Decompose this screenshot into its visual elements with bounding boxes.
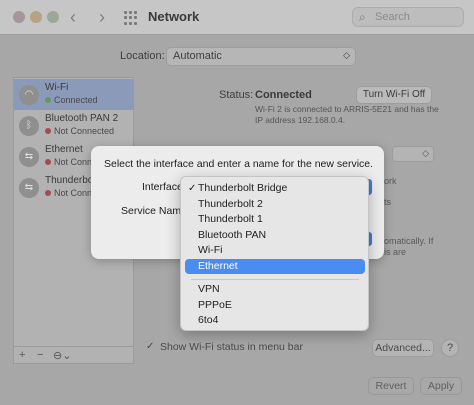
obscured-text: is are: [384, 247, 407, 257]
service-name-label: Service Name: [121, 205, 187, 217]
forward-arrow-icon[interactable]: ›: [99, 7, 105, 28]
show-all-grid-icon[interactable]: [124, 11, 138, 25]
obscured-text: ts: [384, 197, 392, 207]
network-preferences-window: ‹ › Network ⌕ Search Location: Automatic…: [0, 0, 474, 405]
title-bar: ‹ › Network ⌕ Search: [0, 0, 474, 35]
turn-wifi-off-button[interactable]: Turn Wi-Fi Off: [356, 86, 432, 104]
help-button[interactable]: ?: [441, 339, 459, 357]
menu-item-bluetooth-pan[interactable]: Bluetooth PAN: [185, 228, 365, 243]
network-name-popup[interactable]: ◇: [392, 146, 434, 162]
location-label: Location:: [120, 50, 165, 62]
show-wifi-checkbox[interactable]: ✓: [146, 341, 156, 352]
wifi-icon: ◠: [19, 85, 39, 105]
chevron-updown-icon: ◇: [422, 148, 429, 158]
status-description: Wi-Fi 2 is connected to ARRIS-5E21 and h…: [255, 104, 439, 125]
thunderbolt-icon: ⇆: [19, 178, 39, 198]
chevron-updown-icon: ◇: [343, 50, 350, 60]
advanced-button[interactable]: Advanced...: [372, 339, 434, 357]
menu-item-pppoe[interactable]: PPPoE: [185, 298, 365, 313]
back-arrow-icon[interactable]: ‹: [70, 7, 76, 28]
close-window-button[interactable]: [13, 11, 25, 23]
service-status: Connected: [45, 95, 98, 105]
bluetooth-icon: ᛒ: [19, 116, 39, 136]
remove-service-button[interactable]: −: [37, 349, 43, 361]
search-placeholder: Search: [375, 11, 410, 23]
zoom-window-button[interactable]: [47, 11, 59, 23]
ethernet-icon: ⇆: [19, 147, 39, 167]
status-value: Connected: [255, 89, 312, 101]
menu-item-6to4[interactable]: 6to4: [185, 313, 365, 328]
sheet-prompt: Select the interface and enter a name fo…: [104, 158, 374, 170]
service-status: Not Conn: [45, 188, 92, 198]
interface-dropdown-menu: ✓ Thunderbolt Bridge Thunderbolt 2 Thund…: [180, 176, 369, 331]
service-list-controls: + − ⊖⌄: [13, 346, 134, 365]
service-name: Ethernet: [45, 144, 83, 155]
service-name: Wi-Fi: [45, 82, 69, 93]
location-value: Automatic: [173, 50, 222, 62]
revert-button[interactable]: Revert: [368, 377, 414, 395]
location-popup[interactable]: Automatic ◇: [166, 47, 356, 66]
menu-item-vpn[interactable]: VPN: [185, 282, 365, 297]
obscured-text: ork: [384, 176, 397, 186]
service-name: Bluetooth PAN 2: [45, 113, 119, 124]
search-icon: ⌕: [359, 10, 366, 24]
search-field[interactable]: ⌕ Search: [352, 7, 464, 27]
minimize-window-button[interactable]: [30, 11, 42, 23]
window-title: Network: [148, 9, 200, 24]
menu-item-thunderbolt-2[interactable]: Thunderbolt 2: [185, 197, 365, 212]
menu-separator: [191, 279, 359, 280]
service-item-wifi[interactable]: ◠ Wi-Fi Connected: [14, 79, 133, 110]
status-label: Status:: [219, 89, 254, 101]
interface-label: Interface: [142, 181, 183, 193]
show-wifi-status-label: Show Wi-Fi status in menu bar: [160, 341, 303, 353]
menu-item-wifi[interactable]: Wi-Fi: [185, 243, 365, 258]
service-action-menu-button[interactable]: ⊖⌄: [53, 349, 71, 362]
service-status: Not Connected: [45, 126, 114, 136]
menu-item-thunderbolt-bridge[interactable]: ✓ Thunderbolt Bridge: [185, 181, 365, 196]
obscured-text: omatically. If: [384, 236, 434, 246]
menu-item-ethernet[interactable]: Ethernet: [185, 259, 365, 274]
menu-item-thunderbolt-1[interactable]: Thunderbolt 1: [185, 212, 365, 227]
apply-button[interactable]: Apply: [420, 377, 462, 395]
service-item-bluetooth-pan-2[interactable]: ᛒ Bluetooth PAN 2 Not Connected: [14, 110, 133, 141]
add-service-button[interactable]: +: [19, 349, 25, 361]
checkmark-icon: ✓: [188, 183, 197, 194]
